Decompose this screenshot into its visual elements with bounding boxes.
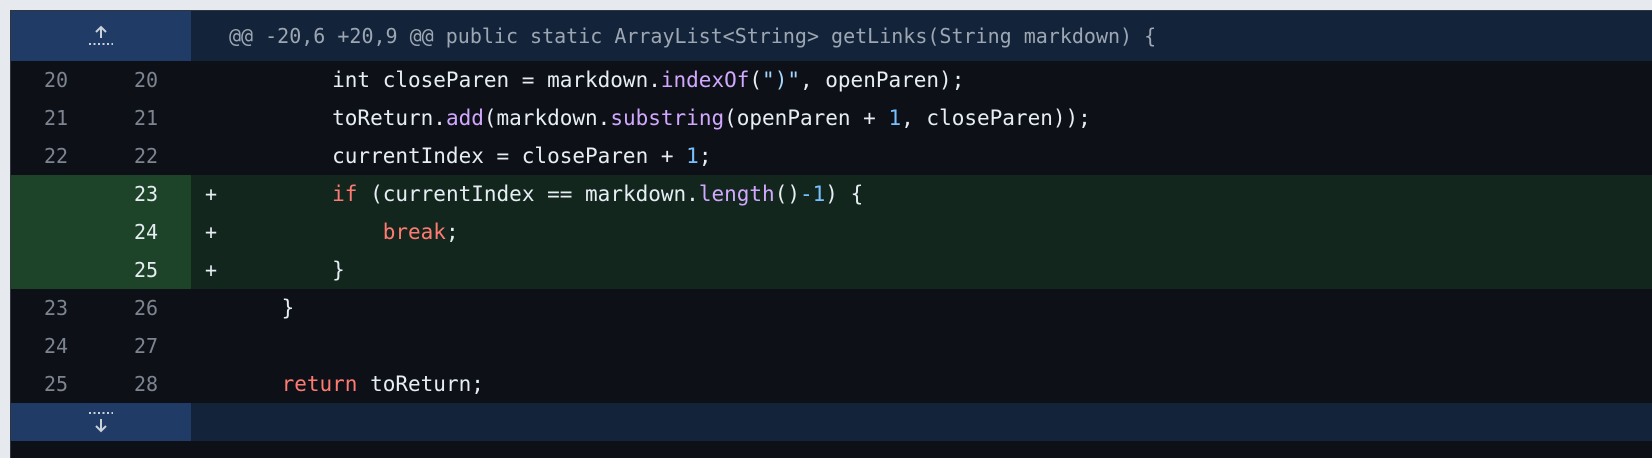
- code-token: break: [382, 220, 446, 244]
- old-line-number[interactable]: 25: [11, 365, 101, 403]
- expand-up-button[interactable]: [11, 11, 191, 61]
- code-token: ) {: [825, 182, 864, 206]
- new-line-number[interactable]: 23: [101, 175, 191, 213]
- old-line-number[interactable]: 22: [11, 137, 101, 175]
- code-line: break;: [231, 213, 1652, 251]
- code-token: add: [445, 106, 484, 130]
- diff-lines: 20 20 int closeParen = markdown.indexOf("…: [11, 61, 1652, 403]
- diff-line-added: 25 + }: [11, 251, 1652, 289]
- code-token: toReturn;: [357, 372, 484, 396]
- code-token: , closeParen));: [901, 106, 1091, 130]
- new-line-number[interactable]: 27: [101, 327, 191, 365]
- new-line-number[interactable]: 21: [101, 99, 191, 137]
- old-line-number[interactable]: 21: [11, 99, 101, 137]
- code-line: }: [231, 289, 1652, 327]
- code-line: return toReturn;: [231, 365, 1652, 403]
- diff-marker: [191, 137, 231, 175]
- code-token: -1: [799, 182, 826, 206]
- code-token: indexOf: [660, 68, 750, 92]
- code-token: ")": [762, 68, 800, 92]
- new-line-number[interactable]: 26: [101, 289, 191, 327]
- diff-line: 21 21 toReturn.add(markdown.substring(ope…: [11, 99, 1652, 137]
- code-token: ;: [445, 220, 459, 244]
- diff-line: 25 28 return toReturn;: [11, 365, 1652, 403]
- code-token: int closeParen = markdown.: [231, 68, 661, 92]
- diff-line: 24 27: [11, 327, 1652, 365]
- expand-down-row: [11, 403, 1652, 441]
- new-line-number[interactable]: 22: [101, 137, 191, 175]
- old-line-number[interactable]: 24: [11, 327, 101, 365]
- code-token: (): [774, 182, 800, 206]
- diff-line-added: 24 + break;: [11, 213, 1652, 251]
- old-line-number[interactable]: [11, 251, 101, 289]
- code-line: int closeParen = markdown.indexOf(")", o…: [231, 61, 1652, 99]
- expand-fill: [191, 403, 1652, 441]
- code-token: (markdown.: [483, 106, 611, 130]
- diff-marker: [191, 327, 231, 365]
- diff-marker: [191, 365, 231, 403]
- diff-line: 20 20 int closeParen = markdown.indexOf("…: [11, 61, 1652, 99]
- code-token: 1: [686, 144, 699, 168]
- diff-line: 23 26 }: [11, 289, 1652, 327]
- diff-marker: +: [191, 175, 231, 213]
- code-token: (: [749, 68, 763, 92]
- code-token: toReturn.: [231, 106, 446, 130]
- diff-marker: +: [191, 213, 231, 251]
- old-line-number[interactable]: 20: [11, 61, 101, 99]
- diff-marker: +: [191, 251, 231, 289]
- code-token: length: [698, 182, 775, 206]
- code-token: (openParen +: [724, 106, 889, 130]
- diff-marker: [191, 99, 231, 137]
- code-line: }: [231, 251, 1652, 289]
- new-line-number[interactable]: 20: [101, 61, 191, 99]
- code-line: if (currentIndex == markdown.length()-1)…: [231, 175, 1652, 213]
- code-line: toReturn.add(markdown.substring(openPare…: [231, 99, 1652, 137]
- code-token: , openParen);: [799, 68, 965, 92]
- new-line-number[interactable]: 24: [101, 213, 191, 251]
- new-line-number[interactable]: 28: [101, 365, 191, 403]
- expand-down-icon: [86, 410, 116, 434]
- diff-marker: [191, 61, 231, 99]
- old-line-number[interactable]: 23: [11, 289, 101, 327]
- diff-line-added: 23 + if (currentIndex == markdown.length(…: [11, 175, 1652, 213]
- code-token: if: [332, 182, 358, 206]
- code-token: currentIndex = closeParen +: [231, 144, 687, 168]
- diff-line: 22 22 currentIndex = closeParen + 1;: [11, 137, 1652, 175]
- code-token: substring: [610, 106, 725, 130]
- old-line-number[interactable]: [11, 175, 101, 213]
- new-line-number[interactable]: 25: [101, 251, 191, 289]
- code-token: 1: [888, 106, 902, 130]
- code-token: ;: [698, 144, 712, 168]
- diff-marker: [191, 289, 231, 327]
- diff-view: @@ -20,6 +20,9 @@ public static ArrayLis…: [10, 10, 1652, 458]
- code-line: currentIndex = closeParen + 1;: [231, 137, 1652, 175]
- code-token: return: [281, 372, 358, 396]
- old-line-number[interactable]: [11, 213, 101, 251]
- hunk-header-row: @@ -20,6 +20,9 @@ public static ArrayLis…: [11, 11, 1652, 61]
- expand-up-icon: [86, 25, 116, 47]
- code-token: (currentIndex == markdown.: [357, 182, 699, 206]
- code-token: }: [231, 296, 295, 320]
- code-token: }: [231, 258, 345, 282]
- hunk-header: @@ -20,6 +20,9 @@ public static ArrayLis…: [191, 11, 1652, 61]
- expand-down-button[interactable]: [11, 403, 191, 441]
